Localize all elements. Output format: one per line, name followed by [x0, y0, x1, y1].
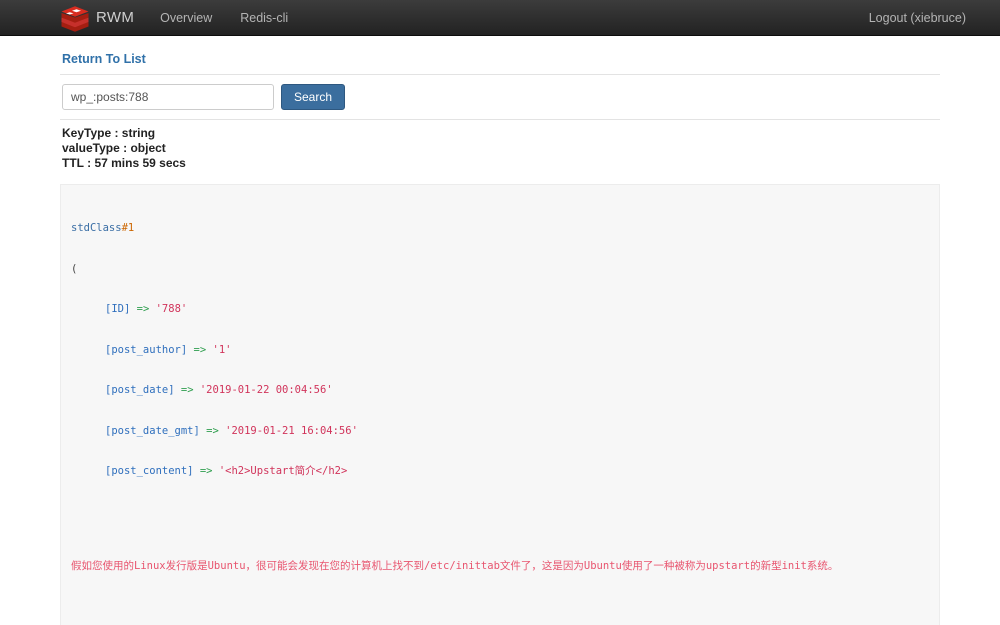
dump-field-arrow: => — [206, 424, 219, 437]
nav-link-redis-cli[interactable]: Redis-cli — [226, 0, 302, 36]
key-metadata: KeyType : string valueType : object TTL … — [60, 120, 940, 176]
dump-class-name: stdClass — [71, 222, 122, 234]
search-panel: Search — [60, 74, 940, 120]
navbar-right-group: Logout (xiebruce) — [855, 0, 980, 36]
dump-class-index: #1 — [121, 222, 135, 234]
dump-field-key: [post_author] — [105, 343, 188, 356]
dump-field-arrow: => — [193, 343, 207, 356]
dump-field-row: [post_date] => '2019-01-22 00:04:56' — [71, 384, 939, 398]
dump-field-key: [ID] — [105, 303, 131, 315]
top-navbar: RWM Overview Redis-cli Logout (xiebruce) — [0, 0, 1000, 36]
dump-field-row: [post_author] => '1' — [71, 344, 939, 358]
dump-field-value: '<h2>Upstart简介</h2> — [218, 465, 348, 477]
dump-field-key: [post_date] — [105, 384, 175, 396]
dump-content-paragraph: 假如您使用的Linux发行版是Ubuntu，很可能会发现在您的计算机上找不到/e… — [71, 559, 839, 572]
logout-link[interactable]: Logout (xiebruce) — [855, 0, 980, 36]
value-type-label: valueType : object — [62, 141, 166, 155]
dump-spacer — [71, 600, 939, 614]
brand-label: RWM — [96, 8, 135, 26]
key-type-label: KeyType : string — [62, 126, 156, 140]
search-button[interactable]: Search — [281, 84, 346, 110]
dump-field-value: '788' — [155, 303, 188, 315]
dump-field-key: [post_date_gmt] — [105, 424, 200, 437]
dump-field-row: [post_content] => '<h2>Upstart简介</h2> — [71, 465, 939, 479]
dump-spacer — [71, 519, 939, 533]
brand-link[interactable]: RWM — [60, 0, 146, 36]
dump-field-arrow: => — [180, 384, 194, 396]
navbar-left-group: RWM Overview Redis-cli — [60, 0, 302, 36]
dump-field-arrow: => — [199, 465, 213, 477]
dump-field-value: '2019-01-21 16:04:56' — [225, 424, 358, 437]
dump-field-value: '1' — [212, 343, 232, 356]
main-container: Return To List Search KeyType : string v… — [60, 46, 940, 625]
nav-link-overview[interactable]: Overview — [146, 0, 226, 36]
search-input[interactable] — [62, 84, 274, 110]
dump-field-value: '2019-01-22 00:04:56' — [199, 384, 333, 396]
redis-logo-icon — [60, 4, 90, 34]
dump-class-line: stdClass#1 — [71, 222, 939, 236]
dump-field-arrow: => — [136, 303, 150, 315]
return-to-list-link[interactable]: Return To List — [62, 52, 146, 66]
dump-open-paren: ( — [71, 262, 78, 275]
page-body: Return To List Search KeyType : string v… — [0, 36, 1000, 625]
dump-field-key: [post_content] — [105, 465, 194, 477]
value-dump-panel: stdClass#1 ( [ID] => '788' [post_author]… — [60, 184, 940, 625]
ttl-label: TTL : 57 mins 59 secs — [62, 156, 186, 170]
dump-field-row: [ID] => '788' — [71, 303, 939, 317]
dump-field-row: [post_date_gmt] => '2019-01-21 16:04:56' — [71, 425, 939, 439]
